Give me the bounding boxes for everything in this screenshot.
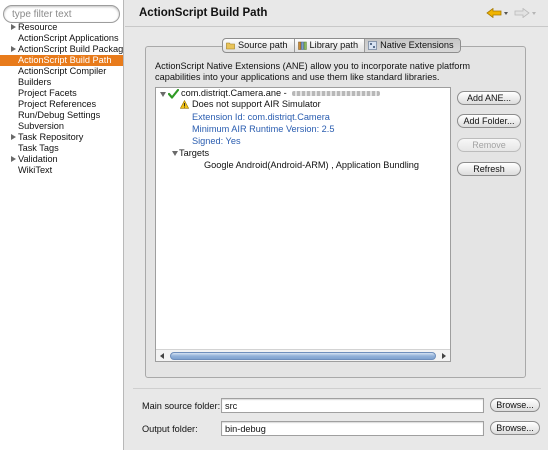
tree-item-label: Builders: [18, 77, 52, 87]
tree-item[interactable]: ActionScript Build Packaging: [0, 44, 124, 55]
expand-targets-icon[interactable]: [172, 151, 178, 156]
browse-output-button[interactable]: Browse...: [490, 421, 540, 435]
extension-name[interactable]: com.distriqt.Camera.ane -: [181, 88, 381, 99]
native-extensions-tree[interactable]: com.distriqt.Camera.ane - Does not suppo…: [155, 87, 451, 362]
library-icon: [297, 41, 307, 50]
folder-icon: [226, 41, 235, 50]
expand-arrow-icon[interactable]: [11, 24, 16, 30]
targets-value: Google Android(Android-ARM) , Applicatio…: [204, 160, 420, 170]
tab-label: Native Extensions: [380, 40, 454, 50]
add-ane-button[interactable]: Add ANE...: [457, 91, 521, 105]
tree-item[interactable]: WikiText: [0, 165, 123, 176]
extension-id: Extension Id: com.distriqt.Camera: [192, 112, 330, 122]
tree-item[interactable]: Task Repository: [0, 132, 123, 143]
page-title: ActionScript Build Path: [139, 7, 268, 19]
tree-item-label: Project References: [18, 99, 97, 109]
tree-item[interactable]: ActionScript Compiler: [0, 66, 123, 77]
main-source-label: Main source folder:: [142, 401, 221, 411]
build-path-tabs: Source path Library path Native Extensio…: [222, 38, 461, 53]
tree-item-label: Subversion: [18, 121, 64, 131]
property-tree: Resource ActionScript Applications ActionS…: [0, 22, 124, 176]
extension-icon: [368, 41, 377, 50]
tree-item-label: Task Tags: [18, 143, 59, 153]
horizontal-scrollbar[interactable]: [156, 349, 450, 361]
warning-icon: [179, 99, 190, 112]
tree-item-label: Task Repository: [18, 132, 84, 142]
tree-item[interactable]: Task Tags: [0, 143, 123, 154]
tree-item-label: WikiText: [18, 165, 53, 175]
expand-arrow-icon[interactable]: [11, 156, 16, 162]
add-folder-button[interactable]: Add Folder...: [457, 114, 521, 128]
checkmark-icon: [167, 88, 180, 102]
tree-item-label: ActionScript Build Path: [18, 55, 112, 65]
tree-item-label: Project Facets: [18, 88, 77, 98]
history-nav: [486, 7, 540, 19]
forward-menu-chevron-icon[interactable]: [532, 11, 536, 15]
property-page: ActionScript Build Path Source path Libr…: [125, 0, 548, 450]
remove-button[interactable]: Remove: [457, 138, 521, 152]
tree-item[interactable]: Project Facets: [0, 88, 123, 99]
tab-label: Library path: [309, 40, 359, 50]
tree-item[interactable]: ActionScript Build Path: [0, 55, 123, 66]
scroll-right-icon[interactable]: [442, 353, 446, 359]
tree-item-label: ActionScript Applications: [18, 33, 119, 43]
tree-item-label: ActionScript Build Packaging: [18, 44, 124, 54]
redacted-path: [292, 91, 381, 97]
targets-label: Targets: [179, 148, 210, 158]
tree-item-label: Validation: [18, 154, 58, 164]
tree-item[interactable]: Builders: [0, 77, 123, 88]
extension-signed: Signed: Yes: [192, 136, 241, 146]
tree-item[interactable]: Subversion: [0, 121, 123, 132]
tree-item-label: Run/Debug Settings: [18, 110, 101, 120]
tab-native-extensions[interactable]: Native Extensions: [365, 39, 460, 52]
tree-item[interactable]: Validation: [0, 154, 123, 165]
tab-library-path[interactable]: Library path: [295, 39, 366, 52]
filter-input[interactable]: [3, 5, 120, 23]
back-menu-chevron-icon[interactable]: [504, 11, 508, 15]
browse-source-button[interactable]: Browse...: [490, 398, 540, 412]
scroll-thumb[interactable]: [170, 352, 436, 360]
fields-divider: [133, 388, 541, 389]
tree-item[interactable]: ActionScript Applications: [0, 33, 123, 44]
title-divider: [125, 26, 548, 27]
refresh-button[interactable]: Refresh: [457, 162, 521, 176]
output-folder-field[interactable]: [221, 421, 484, 436]
extension-min-runtime: Minimum AIR Runtime Version: 2.5: [192, 124, 335, 134]
tree-item[interactable]: Resource: [0, 22, 123, 33]
expand-arrow-icon[interactable]: [11, 134, 16, 140]
tree-item-label: ActionScript Compiler: [18, 66, 107, 76]
expand-extension-icon[interactable]: [160, 92, 166, 97]
scroll-left-icon[interactable]: [160, 353, 164, 359]
tree-item[interactable]: Project References: [0, 99, 123, 110]
tree-item-label: Resource: [18, 22, 58, 32]
native-extensions-description: ActionScript Native Extensions (ANE) all…: [155, 61, 471, 82]
forward-arrow-icon[interactable]: [514, 7, 530, 19]
output-folder-label: Output folder:: [142, 424, 198, 434]
tab-label: Source path: [238, 40, 288, 50]
tab-source-path[interactable]: Source path: [223, 39, 295, 52]
preferences-nav-panel: ResourceActionScript ApplicationsActionS…: [0, 0, 124, 450]
main-source-field[interactable]: [221, 398, 484, 413]
extension-warning: Does not support AIR Simulator: [192, 99, 321, 109]
expand-arrow-icon[interactable]: [11, 46, 16, 52]
tree-item[interactable]: Run/Debug Settings: [0, 110, 123, 121]
back-arrow-icon[interactable]: [486, 7, 502, 19]
